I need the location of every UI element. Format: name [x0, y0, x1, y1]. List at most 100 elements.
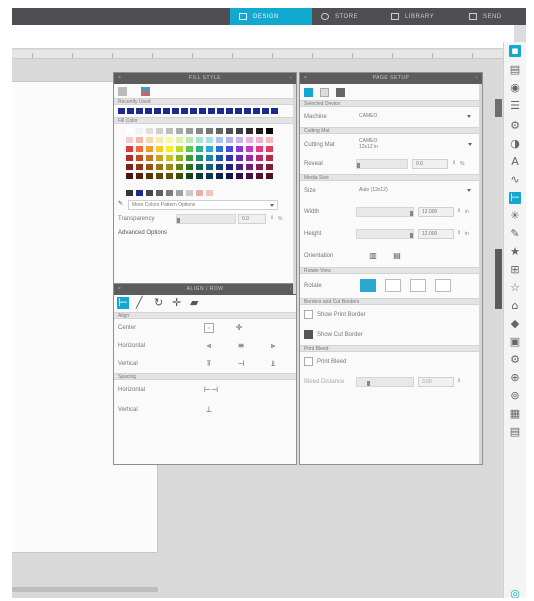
shape-icon[interactable]: ◆: [509, 318, 521, 330]
palette-color-swatch[interactable]: [146, 137, 153, 143]
advanced-options-row[interactable]: Advanced Options: [114, 229, 296, 239]
palette-color-swatch[interactable]: [166, 164, 173, 170]
palette-color-swatch[interactable]: [226, 164, 233, 170]
close-icon[interactable]: ×: [118, 284, 121, 295]
palette-color-swatch[interactable]: [216, 128, 223, 134]
custom-color-swatch[interactable]: [136, 190, 143, 196]
palette-color-swatch[interactable]: [216, 164, 223, 170]
palette-color-swatch[interactable]: [206, 137, 213, 143]
recent-color-swatch[interactable]: [190, 108, 197, 114]
palette-color-swatch[interactable]: [236, 155, 243, 161]
height-input[interactable]: 12.000: [418, 229, 454, 239]
gear-icon[interactable]: ⚙: [509, 120, 521, 132]
recent-color-swatch[interactable]: [271, 108, 278, 114]
palette-color-swatch[interactable]: [186, 164, 193, 170]
align-left-icon[interactable]: ⫷: [204, 341, 214, 351]
page-panel-scrollbar[interactable]: [479, 84, 482, 464]
more-colors-dropdown[interactable]: More Colors Pattern Options: [128, 200, 278, 210]
rotate-90-button[interactable]: [385, 279, 401, 292]
height-slider[interactable]: [356, 229, 414, 239]
text-icon[interactable]: A: [509, 156, 521, 168]
crosshair-icon[interactable]: ⊕: [509, 372, 521, 384]
palette-color-swatch[interactable]: [196, 173, 203, 179]
slider-knob[interactable]: [177, 218, 180, 223]
palette-color-swatch[interactable]: [136, 137, 143, 143]
center-objects-icon[interactable]: ·: [204, 323, 214, 333]
show-cut-border-checkbox[interactable]: [304, 330, 313, 339]
palette-color-swatch[interactable]: [176, 155, 183, 161]
palette-color-swatch[interactable]: [206, 173, 213, 179]
palette-color-swatch[interactable]: [246, 173, 253, 179]
palette-color-swatch[interactable]: [216, 155, 223, 161]
reveal-input[interactable]: 0.0: [412, 159, 448, 169]
palette-color-swatch[interactable]: [166, 128, 173, 134]
gradient-fill-button[interactable]: [141, 87, 150, 96]
collapse-icon[interactable]: ‹: [290, 73, 292, 84]
portrait-icon[interactable]: ▥: [368, 251, 378, 261]
nav-store[interactable]: STORE: [312, 8, 382, 25]
palette-color-swatch[interactable]: [216, 173, 223, 179]
bleed-stepper[interactable]: ⇕: [457, 378, 461, 384]
center-cross-icon[interactable]: ✛: [234, 323, 244, 333]
align-center-icon[interactable]: ≡: [236, 341, 246, 351]
space-horizontal-icon[interactable]: ⊢⊣: [204, 385, 218, 395]
palette-color-swatch[interactable]: [226, 173, 233, 179]
palette-color-swatch[interactable]: [126, 173, 133, 179]
palette-color-swatch[interactable]: [176, 146, 183, 152]
snowflake-icon[interactable]: ✳: [509, 210, 521, 222]
library-panel-icon[interactable]: ◉: [509, 82, 521, 94]
recent-color-swatch[interactable]: [172, 108, 179, 114]
advanced-options-link[interactable]: Advanced Options: [118, 230, 167, 236]
palette-color-swatch[interactable]: [226, 137, 233, 143]
recent-color-swatch[interactable]: [199, 108, 206, 114]
palette-color-swatch[interactable]: [176, 128, 183, 134]
palette-color-swatch[interactable]: [166, 173, 173, 179]
fill-panel-icon[interactable]: ☰: [509, 100, 521, 112]
palette-color-swatch[interactable]: [236, 164, 243, 170]
palette-color-swatch[interactable]: [256, 146, 263, 152]
recent-color-swatch[interactable]: [208, 108, 215, 114]
move-icon[interactable]: ✛: [172, 297, 181, 309]
weld-icon[interactable]: ▣: [509, 336, 521, 348]
recent-color-swatch[interactable]: [127, 108, 134, 114]
slider-knob[interactable]: [410, 211, 413, 216]
palette-color-swatch[interactable]: [146, 155, 153, 161]
tab-page-settings[interactable]: [304, 88, 313, 97]
palette-color-swatch[interactable]: [136, 128, 143, 134]
landscape-icon[interactable]: ▤: [392, 251, 402, 261]
palette-color-swatch[interactable]: [256, 128, 263, 134]
shear-icon[interactable]: ▰: [190, 297, 198, 309]
palette-color-swatch[interactable]: [256, 155, 263, 161]
palette-color-swatch[interactable]: [126, 128, 133, 134]
line-tool-icon[interactable]: ╱: [136, 297, 143, 309]
chevron-down-icon[interactable]: [468, 143, 472, 146]
cutting-mat-dropdown[interactable]: CAMEO 12x12 in: [359, 138, 378, 150]
rotate-0-button[interactable]: [360, 279, 376, 292]
recent-color-swatch[interactable]: [136, 108, 143, 114]
layers-icon[interactable]: ▤: [509, 426, 521, 438]
palette-color-swatch[interactable]: [166, 155, 173, 161]
palette-color-swatch[interactable]: [136, 155, 143, 161]
palette-color-swatch[interactable]: [266, 146, 273, 152]
palette-color-swatch[interactable]: [206, 164, 213, 170]
star-outline-icon[interactable]: ☆: [509, 282, 521, 294]
recent-color-swatch[interactable]: [253, 108, 260, 114]
recent-color-swatch[interactable]: [244, 108, 251, 114]
custom-color-swatch[interactable]: [146, 190, 153, 196]
eyedropper-icon[interactable]: ✎: [118, 200, 123, 207]
collapse-icon[interactable]: ‹: [290, 284, 292, 295]
scrollbar-thumb[interactable]: [495, 249, 502, 309]
align-right-icon[interactable]: ⫸: [268, 341, 278, 351]
copy-icon[interactable]: ⊚: [509, 390, 521, 402]
palette-color-swatch[interactable]: [166, 137, 173, 143]
palette-color-swatch[interactable]: [126, 146, 133, 152]
height-stepper[interactable]: ⇕: [457, 230, 461, 236]
palette-color-swatch[interactable]: [146, 164, 153, 170]
palette-color-swatch[interactable]: [236, 128, 243, 134]
fill-panel-scrollbar[interactable]: [293, 84, 296, 294]
palette-color-swatch[interactable]: [176, 173, 183, 179]
nav-send[interactable]: SEND: [460, 8, 526, 25]
palette-color-swatch[interactable]: [236, 146, 243, 152]
palette-color-swatch[interactable]: [226, 155, 233, 161]
recent-color-swatch[interactable]: [154, 108, 161, 114]
